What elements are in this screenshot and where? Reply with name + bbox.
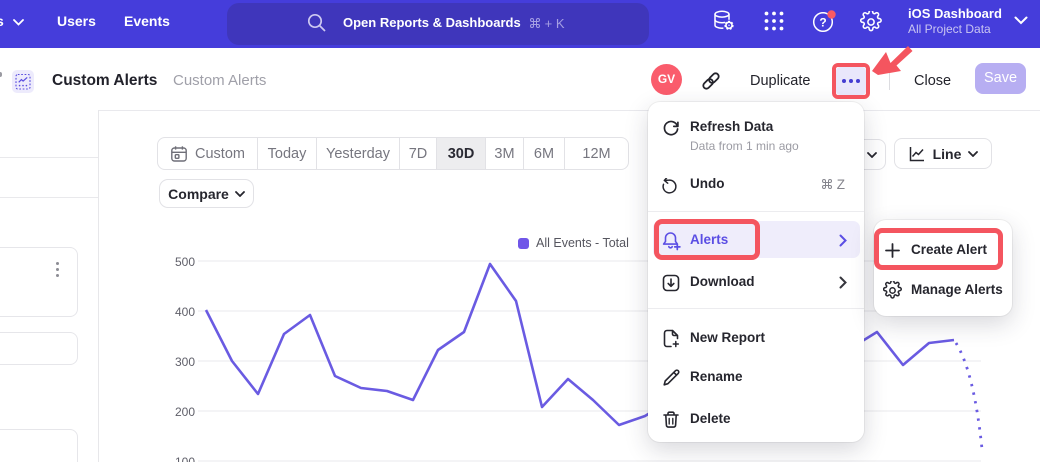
svg-text:?: ? (819, 16, 826, 30)
